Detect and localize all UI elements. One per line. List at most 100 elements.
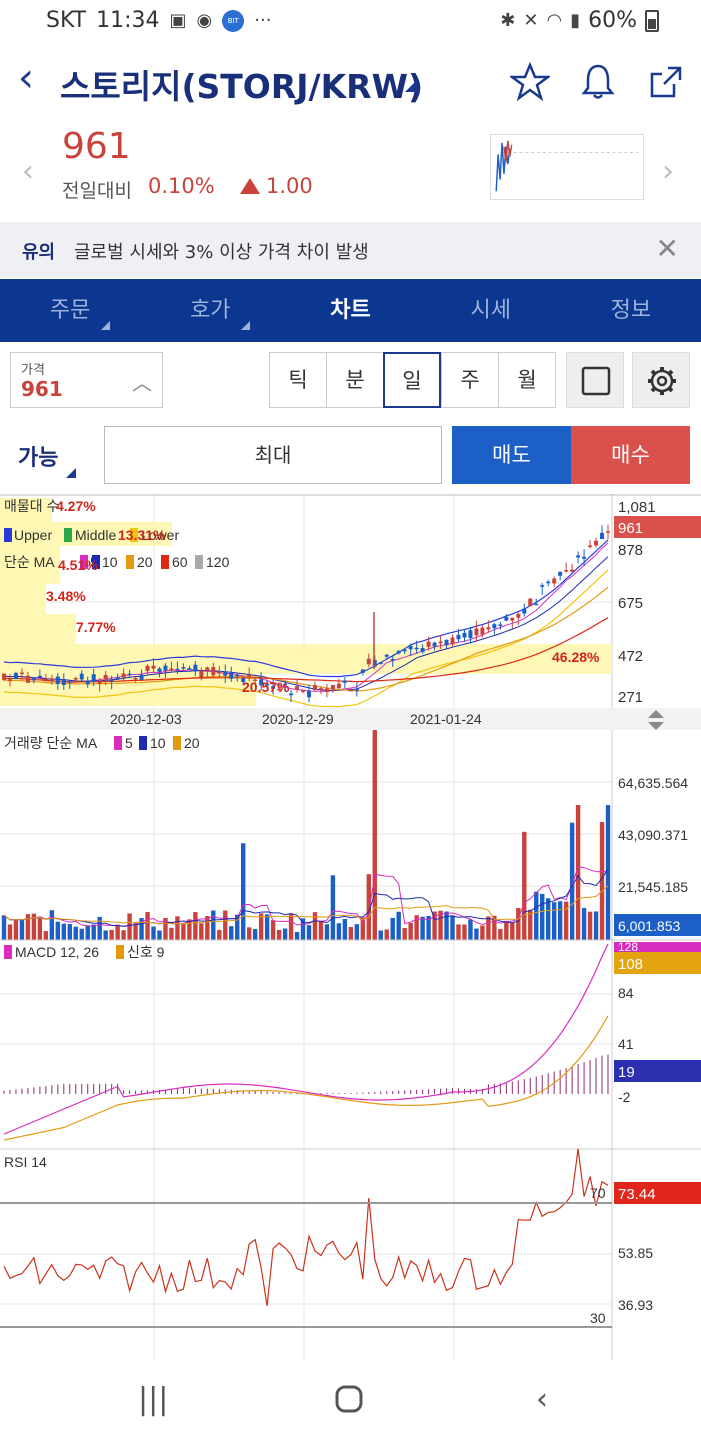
candle-body: [205, 667, 210, 672]
signal-icon: ▮: [570, 10, 581, 31]
candle-body: [127, 673, 132, 676]
chart-area[interactable]: 매물대 수 Upper Middle Lower 단순 MA 5 10 20 6…: [0, 494, 701, 1360]
mini-chart[interactable]: [490, 134, 644, 200]
settings-button[interactable]: [632, 352, 690, 408]
period-tick[interactable]: 틱: [269, 352, 327, 408]
candle-body: [79, 673, 84, 680]
volume-bar: [121, 930, 126, 940]
notice-message: 글로벌 시세와 3% 이상 가격 차이 발생: [74, 242, 369, 263]
tab-label: 차트: [330, 298, 371, 323]
period-minute[interactable]: 분: [326, 352, 384, 408]
period-month[interactable]: 월: [498, 352, 556, 408]
ma120-legend: 120: [206, 554, 230, 570]
candle-body: [588, 545, 593, 547]
available-selector[interactable]: 가능: [18, 440, 58, 472]
volume-bar: [587, 911, 593, 940]
tab-order[interactable]: 주문: [0, 279, 140, 342]
volume-bar: [241, 843, 246, 940]
volume-bar: [486, 916, 491, 940]
macd-tick: -2: [618, 1089, 631, 1105]
home-icon[interactable]: [334, 1384, 364, 1414]
volume-bar: [49, 910, 55, 940]
volume-bar: [19, 919, 25, 940]
volume-bar: [384, 929, 389, 940]
wifi-icon: ◠: [546, 10, 563, 31]
volume-bar: [294, 931, 300, 940]
tab-chart[interactable]: 차트: [280, 279, 420, 342]
bell-icon[interactable]: [578, 62, 618, 102]
gallery-icon: ▣: [169, 10, 187, 31]
max-button[interactable]: 최대: [104, 426, 442, 484]
volume-bar: [354, 924, 360, 940]
title-dropdown-icon[interactable]: [405, 80, 417, 92]
candle-body: [163, 665, 168, 671]
back-nav-icon[interactable]: ‹: [536, 1382, 548, 1417]
candle-body: [223, 671, 228, 676]
current-price: 961: [62, 126, 131, 167]
profile-pct: 3.48%: [46, 588, 86, 604]
order-row: 가능 최대 매도 매수: [0, 424, 701, 488]
candle-body: [408, 646, 413, 650]
volume-bar: [13, 919, 19, 940]
tab-orderbook[interactable]: 호가: [140, 279, 280, 342]
middle-legend: Middle: [75, 527, 116, 543]
date-label: 2020-12-03: [110, 711, 182, 727]
date-label: 2021-01-24: [410, 711, 482, 727]
ma120-swatch: [195, 555, 203, 569]
profile-pct: 20.57%: [242, 679, 290, 695]
candle-body: [426, 641, 431, 647]
volume-bar: [223, 910, 228, 940]
volume-bar: [7, 924, 13, 940]
change-percent: 0.10%: [148, 174, 215, 198]
period-week[interactable]: 주: [441, 352, 499, 408]
volume-bar: [157, 930, 162, 940]
candle-body: [438, 641, 443, 644]
prev-arrow-icon[interactable]: ‹: [22, 154, 34, 189]
volume-bar: [199, 923, 204, 940]
candle-body: [25, 675, 30, 683]
volume-bar: [43, 931, 49, 940]
page-title[interactable]: 스토리지(STORJ/KRW): [60, 60, 423, 108]
candle-body: [600, 532, 605, 539]
candle-body: [193, 664, 198, 672]
close-icon[interactable]: ✕: [656, 232, 679, 265]
period-day[interactable]: 일: [383, 352, 441, 408]
fullscreen-button[interactable]: [566, 352, 624, 408]
upper-swatch: [4, 528, 12, 542]
volume-profile-legend: 매물대 수: [4, 498, 60, 514]
volume-bar: [246, 927, 252, 940]
share-icon[interactable]: [646, 62, 686, 102]
volume-legend-label: 거래량 단순 MA: [4, 735, 98, 751]
vol-ma5-legend: 5: [125, 735, 133, 751]
volume-bar: [115, 924, 120, 940]
profile-pct: 13.31%: [118, 527, 166, 543]
candle-body: [504, 617, 509, 621]
buy-button[interactable]: 매수: [571, 426, 690, 484]
candle-body: [528, 598, 533, 607]
middle-swatch: [64, 528, 72, 542]
next-arrow-icon[interactable]: ›: [662, 154, 674, 189]
star-icon[interactable]: [510, 62, 550, 102]
sell-button[interactable]: 매도: [452, 426, 571, 484]
candle-body: [594, 540, 599, 546]
tab-market[interactable]: 시세: [421, 279, 561, 342]
volume-bar: [175, 916, 180, 940]
volume-bar: [55, 921, 61, 940]
price-selector[interactable]: 가격 961 ︿: [10, 352, 163, 408]
back-icon[interactable]: ‹: [18, 58, 34, 98]
chart-canvas[interactable]: 매물대 수 Upper Middle Lower 단순 MA 5 10 20 6…: [0, 494, 701, 1360]
price-tick: 271: [618, 689, 643, 706]
recents-icon[interactable]: |||: [138, 1382, 168, 1417]
rsi-line: [3, 1148, 609, 1307]
volume-bar: [127, 913, 132, 940]
tab-info[interactable]: 정보: [561, 279, 701, 342]
candle-body: [217, 671, 222, 674]
candle-body: [480, 627, 485, 635]
candle-body: [402, 649, 407, 652]
clock: 11:34: [96, 8, 160, 33]
rsi-current-label: 73.44: [618, 1186, 656, 1203]
tab-label: 주문: [49, 298, 91, 323]
candle-body: [384, 654, 389, 657]
candle-body: [606, 531, 610, 533]
ma10-legend: 10: [102, 554, 118, 570]
